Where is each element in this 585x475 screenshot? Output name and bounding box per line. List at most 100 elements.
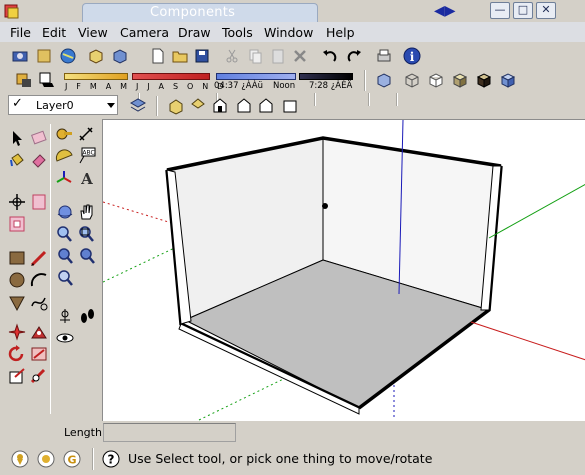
close-button[interactable]: ✕ — [536, 2, 556, 19]
dimension-icon[interactable] — [76, 124, 98, 144]
shadow-settings-icon[interactable] — [14, 70, 34, 90]
credits-icon[interactable] — [36, 449, 56, 469]
erase-x-icon[interactable] — [290, 46, 310, 66]
scene-canvas[interactable] — [103, 120, 585, 421]
scale-rotate-icon[interactable] — [6, 344, 28, 364]
zoom-extents-icon[interactable] — [54, 246, 76, 266]
look-around-eye-icon[interactable] — [54, 328, 76, 348]
component-3d-icon[interactable] — [86, 46, 106, 66]
freehand-icon[interactable] — [28, 292, 50, 312]
undo-icon[interactable] — [320, 46, 340, 66]
monochrome-style-icon[interactable] — [498, 70, 518, 90]
camera-view-icon[interactable] — [10, 46, 30, 66]
axes-icon[interactable] — [54, 168, 76, 188]
rotate-tool-icon[interactable] — [6, 322, 28, 342]
check-icon: ✓ — [12, 96, 23, 111]
select-arrow-icon[interactable] — [6, 128, 28, 148]
zoom-window-icon[interactable] — [76, 224, 98, 244]
globe-icon[interactable] — [58, 46, 78, 66]
footprints-walk-icon[interactable] — [76, 306, 98, 326]
menu-edit[interactable]: Edit — [42, 25, 66, 40]
rectangle-icon[interactable] — [6, 248, 28, 268]
month-labels: J F M A M J J A S O N D — [65, 82, 227, 91]
menu-window[interactable]: Window — [264, 25, 313, 40]
menu-camera[interactable]: Camera — [120, 25, 169, 40]
green-axis — [488, 183, 585, 239]
menu-tools[interactable]: Tools — [222, 25, 253, 40]
position-camera-icon[interactable] — [54, 306, 76, 326]
open-folder-icon[interactable] — [170, 46, 190, 66]
back-view-icon[interactable] — [256, 95, 276, 115]
minimize-button[interactable]: — — [490, 2, 510, 19]
push-pull-icon[interactable] — [28, 192, 50, 212]
offset-icon[interactable] — [6, 214, 28, 234]
month-slider[interactable]: J F M A M J J A S O N D — [62, 70, 223, 91]
title-bar: Components ◀▶ — □ ✕ — [0, 0, 585, 22]
iso-view-icon[interactable] — [166, 95, 186, 115]
arc-icon[interactable] — [28, 270, 50, 290]
right-view-icon[interactable] — [234, 95, 254, 115]
line-pencil-icon[interactable] — [28, 248, 50, 268]
top-view-icon[interactable] — [188, 95, 208, 115]
status-message: Use Select tool, or pick one thing to mo… — [128, 451, 433, 466]
red-axis — [470, 321, 585, 361]
shaded-style-icon[interactable] — [450, 70, 470, 90]
help-question-icon[interactable]: ? — [101, 449, 121, 469]
paste-icon[interactable] — [268, 46, 288, 66]
zoom-next-icon[interactable] — [54, 268, 76, 288]
maximize-button[interactable]: □ — [513, 2, 533, 19]
length-input[interactable] — [103, 423, 236, 442]
orbit-icon[interactable] — [54, 202, 76, 222]
xray-style-icon[interactable] — [374, 70, 394, 90]
eraser-pink-icon[interactable] — [28, 150, 50, 170]
3d-text-icon[interactable]: A — [76, 168, 98, 188]
time-ramp-left — [216, 73, 296, 80]
wireframe-style-icon[interactable] — [402, 70, 422, 90]
save-disk-icon[interactable] — [192, 46, 212, 66]
menu-help[interactable]: Help — [326, 25, 355, 40]
move-icon[interactable] — [6, 192, 28, 212]
layer-dropdown[interactable]: ✓ Layer0 — [8, 95, 118, 115]
follow-me-icon[interactable] — [28, 322, 50, 342]
redo-icon[interactable] — [344, 46, 364, 66]
display-shadows-icon[interactable] — [36, 70, 56, 90]
polygon-icon[interactable] — [6, 292, 28, 312]
user-account-icon[interactable]: G — [62, 449, 82, 469]
model-viewport[interactable] — [102, 119, 585, 421]
scale-icon[interactable] — [6, 366, 28, 386]
menu-draw[interactable]: Draw — [178, 25, 211, 40]
cut-scissors-icon[interactable] — [222, 46, 242, 66]
svg-text:A: A — [80, 170, 93, 188]
menu-view[interactable]: View — [78, 25, 108, 40]
protractor-icon[interactable] — [54, 146, 76, 166]
walk-view-icon[interactable] — [34, 46, 54, 66]
menu-file[interactable]: File — [10, 25, 31, 40]
toolbar-separator — [156, 96, 158, 116]
info-icon[interactable]: i — [402, 46, 422, 66]
textured-style-icon[interactable] — [474, 70, 494, 90]
hidden-line-style-icon[interactable] — [426, 70, 446, 90]
left-view-icon[interactable] — [280, 95, 300, 115]
layer-manager-icon[interactable] — [128, 95, 148, 115]
palette-divider — [50, 124, 51, 414]
print-icon[interactable] — [374, 46, 394, 66]
geo-location-icon[interactable] — [10, 449, 30, 469]
tape-measure-icon[interactable] — [54, 124, 76, 144]
pan-hand-icon[interactable] — [76, 202, 98, 222]
paint-bucket-icon[interactable] — [6, 150, 28, 170]
zoom-icon[interactable] — [54, 224, 76, 244]
eraser-icon[interactable] — [28, 128, 50, 148]
section-plane-icon[interactable] — [28, 366, 50, 386]
front-view-icon[interactable] — [210, 95, 230, 115]
text-label-icon[interactable]: ABC — [76, 146, 98, 166]
chevron-down-icon — [107, 103, 115, 108]
intersect-icon[interactable] — [28, 344, 50, 364]
sketchup-app-icon[interactable] — [4, 3, 20, 19]
previous-view-icon[interactable] — [76, 246, 98, 266]
new-file-icon[interactable] — [148, 46, 168, 66]
nav-arrows-icon[interactable]: ◀▶ — [434, 3, 460, 19]
copy-icon[interactable] — [245, 46, 265, 66]
share-model-icon[interactable] — [110, 46, 130, 66]
circle-icon[interactable] — [6, 270, 28, 290]
window-title: Components — [150, 5, 236, 20]
